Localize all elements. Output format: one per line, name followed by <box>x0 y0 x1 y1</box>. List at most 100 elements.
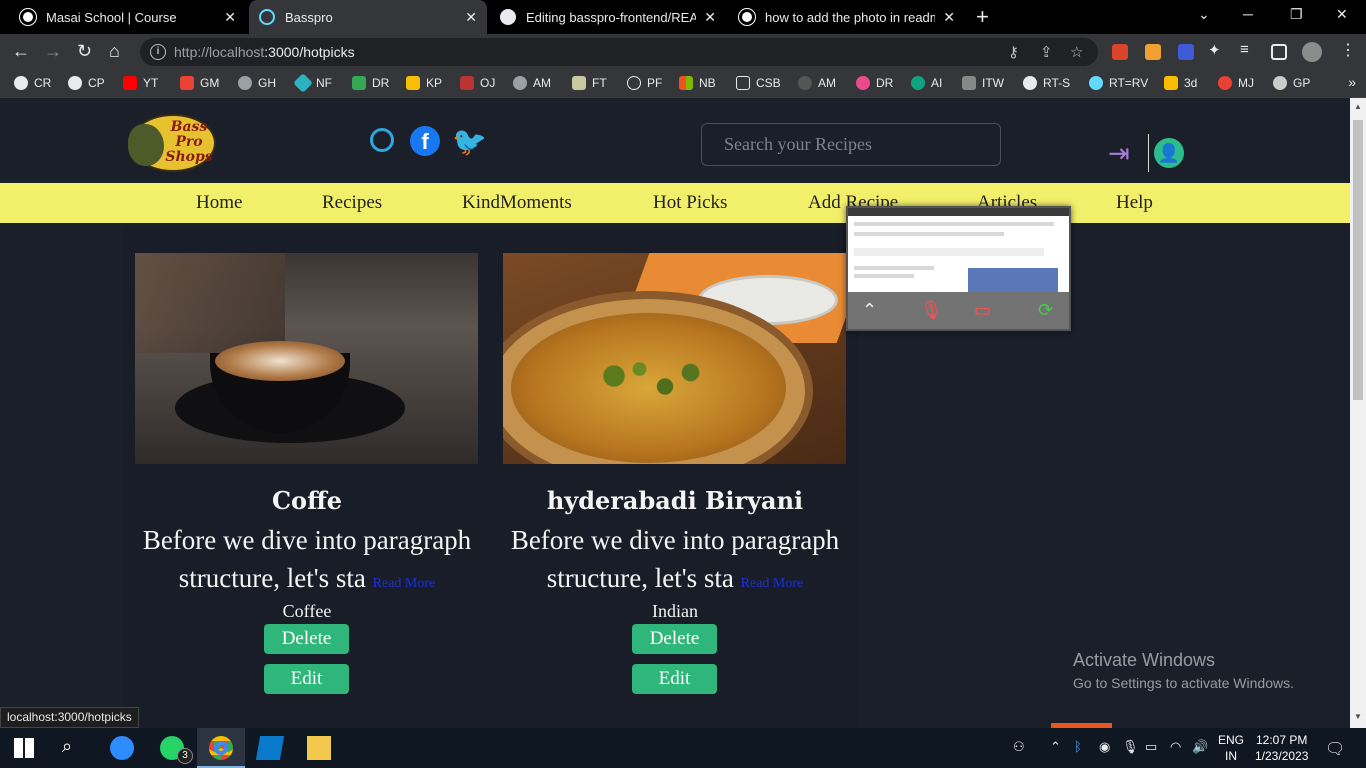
bookmark-item[interactable]: NB <box>679 76 716 90</box>
nav-help[interactable]: Help <box>1116 192 1153 214</box>
bookmark-star-icon[interactable]: ☆ <box>1070 43 1083 61</box>
bookmark-item[interactable]: NF <box>293 73 332 93</box>
search-icon[interactable]: ⌕ <box>62 736 86 760</box>
nav-recipes[interactable]: Recipes <box>322 192 382 214</box>
side-panel-icon[interactable] <box>1271 44 1287 60</box>
close-tab-icon[interactable]: ✕ <box>224 9 236 26</box>
people-icon[interactable]: ⚇ <box>1013 739 1025 755</box>
bookmark-item[interactable]: GP <box>1273 76 1310 90</box>
reload-icon[interactable]: ↻ <box>77 41 92 62</box>
delete-button[interactable]: Delete <box>632 624 717 654</box>
bookmark-item[interactable]: OJ <box>460 76 495 90</box>
close-tab-icon[interactable]: ✕ <box>465 9 477 26</box>
forward-icon[interactable]: → <box>44 41 62 62</box>
vscode-icon[interactable] <box>255 736 285 760</box>
edit-button[interactable]: Edit <box>264 664 349 694</box>
bookmark-item[interactable]: KP <box>406 76 442 90</box>
delete-button[interactable]: Delete <box>264 624 349 654</box>
menu-icon[interactable]: ⋮ <box>1340 40 1356 59</box>
tab-readme-search[interactable]: how to add the photo in readme ✕ <box>729 0 965 34</box>
chevron-up-icon[interactable]: ⌃ <box>862 300 877 321</box>
media-control-icon[interactable]: ≡ <box>1240 41 1256 58</box>
bookmark-item[interactable]: GM <box>180 76 219 90</box>
tab-basspro[interactable]: Basspro ✕ <box>249 0 487 34</box>
notifications-icon[interactable]: 🗨 <box>1325 739 1345 759</box>
bookmark-item[interactable]: YT <box>123 76 158 90</box>
react-icon[interactable] <box>370 128 394 152</box>
nav-home[interactable]: Home <box>196 192 242 214</box>
more-bookmarks-icon[interactable]: » <box>1348 74 1356 90</box>
scrollbar-thumb[interactable] <box>1353 120 1363 400</box>
bookmark-item[interactable]: FT <box>572 76 607 90</box>
nav-kindmoments[interactable]: KindMoments <box>462 192 572 214</box>
bookmark-item[interactable]: CP <box>68 76 105 90</box>
nav-hot-picks[interactable]: Hot Picks <box>653 192 727 214</box>
close-tab-icon[interactable]: ✕ <box>704 9 716 26</box>
back-icon[interactable]: ← <box>12 41 30 62</box>
bookmark-item[interactable]: CR <box>14 76 51 90</box>
login-icon[interactable]: ⇥ <box>1108 138 1130 169</box>
windows-start-icon[interactable] <box>14 738 34 758</box>
bookmark-item[interactable]: CSB <box>736 76 781 90</box>
signup-user-icon[interactable]: 👤 <box>1154 138 1184 168</box>
microphone-icon[interactable]: 🎙 <box>1122 739 1139 755</box>
bookmark-item[interactable]: 3d <box>1164 76 1197 90</box>
page-scrollbar[interactable]: ▲ ▼ <box>1350 98 1366 728</box>
extensions-puzzle-icon[interactable]: ✦ <box>1208 41 1224 59</box>
tab-search-icon[interactable]: ⌄ <box>1198 6 1210 23</box>
key-icon[interactable]: ⚷ <box>1008 43 1019 61</box>
chevron-up-icon[interactable]: ⌃ <box>1050 739 1061 755</box>
chrome-icon[interactable] <box>209 736 233 760</box>
extension-icon[interactable] <box>1178 44 1194 60</box>
tab-masai-school[interactable]: Masai School | Course ✕ <box>10 0 246 34</box>
bookmark-item[interactable]: DR <box>352 76 389 90</box>
bookmark-item[interactable]: DR <box>856 76 893 90</box>
home-icon[interactable]: ⌂ <box>109 41 120 62</box>
bookmark-item[interactable]: AI <box>911 76 942 90</box>
bookmark-item[interactable]: PF <box>627 76 662 90</box>
address-bar[interactable]: i http://localhost:3000/hotpicks ⚷ ⇪ ☆ <box>140 38 1098 66</box>
recipe-description: Before we dive into paragraph structure,… <box>510 525 840 593</box>
mic-muted-icon[interactable]: 🎙 <box>920 300 943 321</box>
scroll-up-icon[interactable]: ▲ <box>1354 102 1362 111</box>
close-window-icon[interactable]: ✕ <box>1336 6 1348 23</box>
bookmark-item[interactable]: RT-S <box>1023 76 1070 90</box>
profile-avatar[interactable] <box>1302 42 1322 62</box>
share-screen-icon[interactable]: ⟳ <box>1038 300 1053 321</box>
bookmark-item[interactable]: GH <box>238 76 276 90</box>
twitter-icon[interactable]: 🐦 <box>452 125 487 157</box>
new-tab-button[interactable]: + <box>976 4 989 30</box>
system-clock[interactable]: 12:07 PM 1/23/2023 <box>1255 732 1308 764</box>
file-explorer-icon[interactable] <box>307 736 331 760</box>
bookmark-item[interactable]: ITW <box>962 76 1004 90</box>
zoom-icon[interactable] <box>110 736 134 760</box>
extension-icon[interactable] <box>1112 44 1128 60</box>
bookmark-item[interactable]: RT=RV <box>1089 76 1148 90</box>
read-more-link[interactable]: Read More <box>741 576 804 591</box>
read-more-link[interactable]: Read More <box>373 576 436 591</box>
battery-icon[interactable]: ▭ <box>1145 739 1157 755</box>
restore-icon[interactable]: ❐ <box>1290 6 1303 23</box>
wifi-icon[interactable]: ◠ <box>1170 739 1181 755</box>
edit-button[interactable]: Edit <box>632 664 717 694</box>
status-bar-url: localhost:3000/hotpicks <box>0 707 139 728</box>
bass-pro-logo[interactable]: Bass Pro Shops <box>128 114 216 172</box>
tab-github-editing[interactable]: Editing basspro-frontend/READM ✕ <box>490 0 726 34</box>
share-icon[interactable]: ⇪ <box>1040 43 1053 61</box>
bookmark-item[interactable]: AM <box>513 76 551 90</box>
facebook-icon[interactable]: f <box>410 126 440 156</box>
site-info-icon[interactable]: i <box>150 44 166 60</box>
bluetooth-icon[interactable]: ᛒ <box>1074 739 1082 754</box>
volume-icon[interactable]: 🔊 <box>1192 739 1208 755</box>
recipe-search-input[interactable] <box>701 123 1001 166</box>
language-indicator[interactable]: ENG IN <box>1218 732 1244 764</box>
scroll-down-icon[interactable]: ▼ <box>1354 712 1362 721</box>
extension-icon[interactable] <box>1145 44 1161 60</box>
close-tab-icon[interactable]: ✕ <box>943 9 955 26</box>
screen-share-preview[interactable]: ⌃ 🎙 ▭ ⟳ <box>846 206 1071 331</box>
bookmark-item[interactable]: MJ <box>1218 76 1254 90</box>
video-off-icon[interactable]: ▭ <box>974 300 991 321</box>
minimize-icon[interactable]: ─ <box>1243 6 1253 22</box>
webcam-icon[interactable]: ◉ <box>1099 739 1110 755</box>
bookmark-item[interactable]: AM <box>798 76 836 90</box>
